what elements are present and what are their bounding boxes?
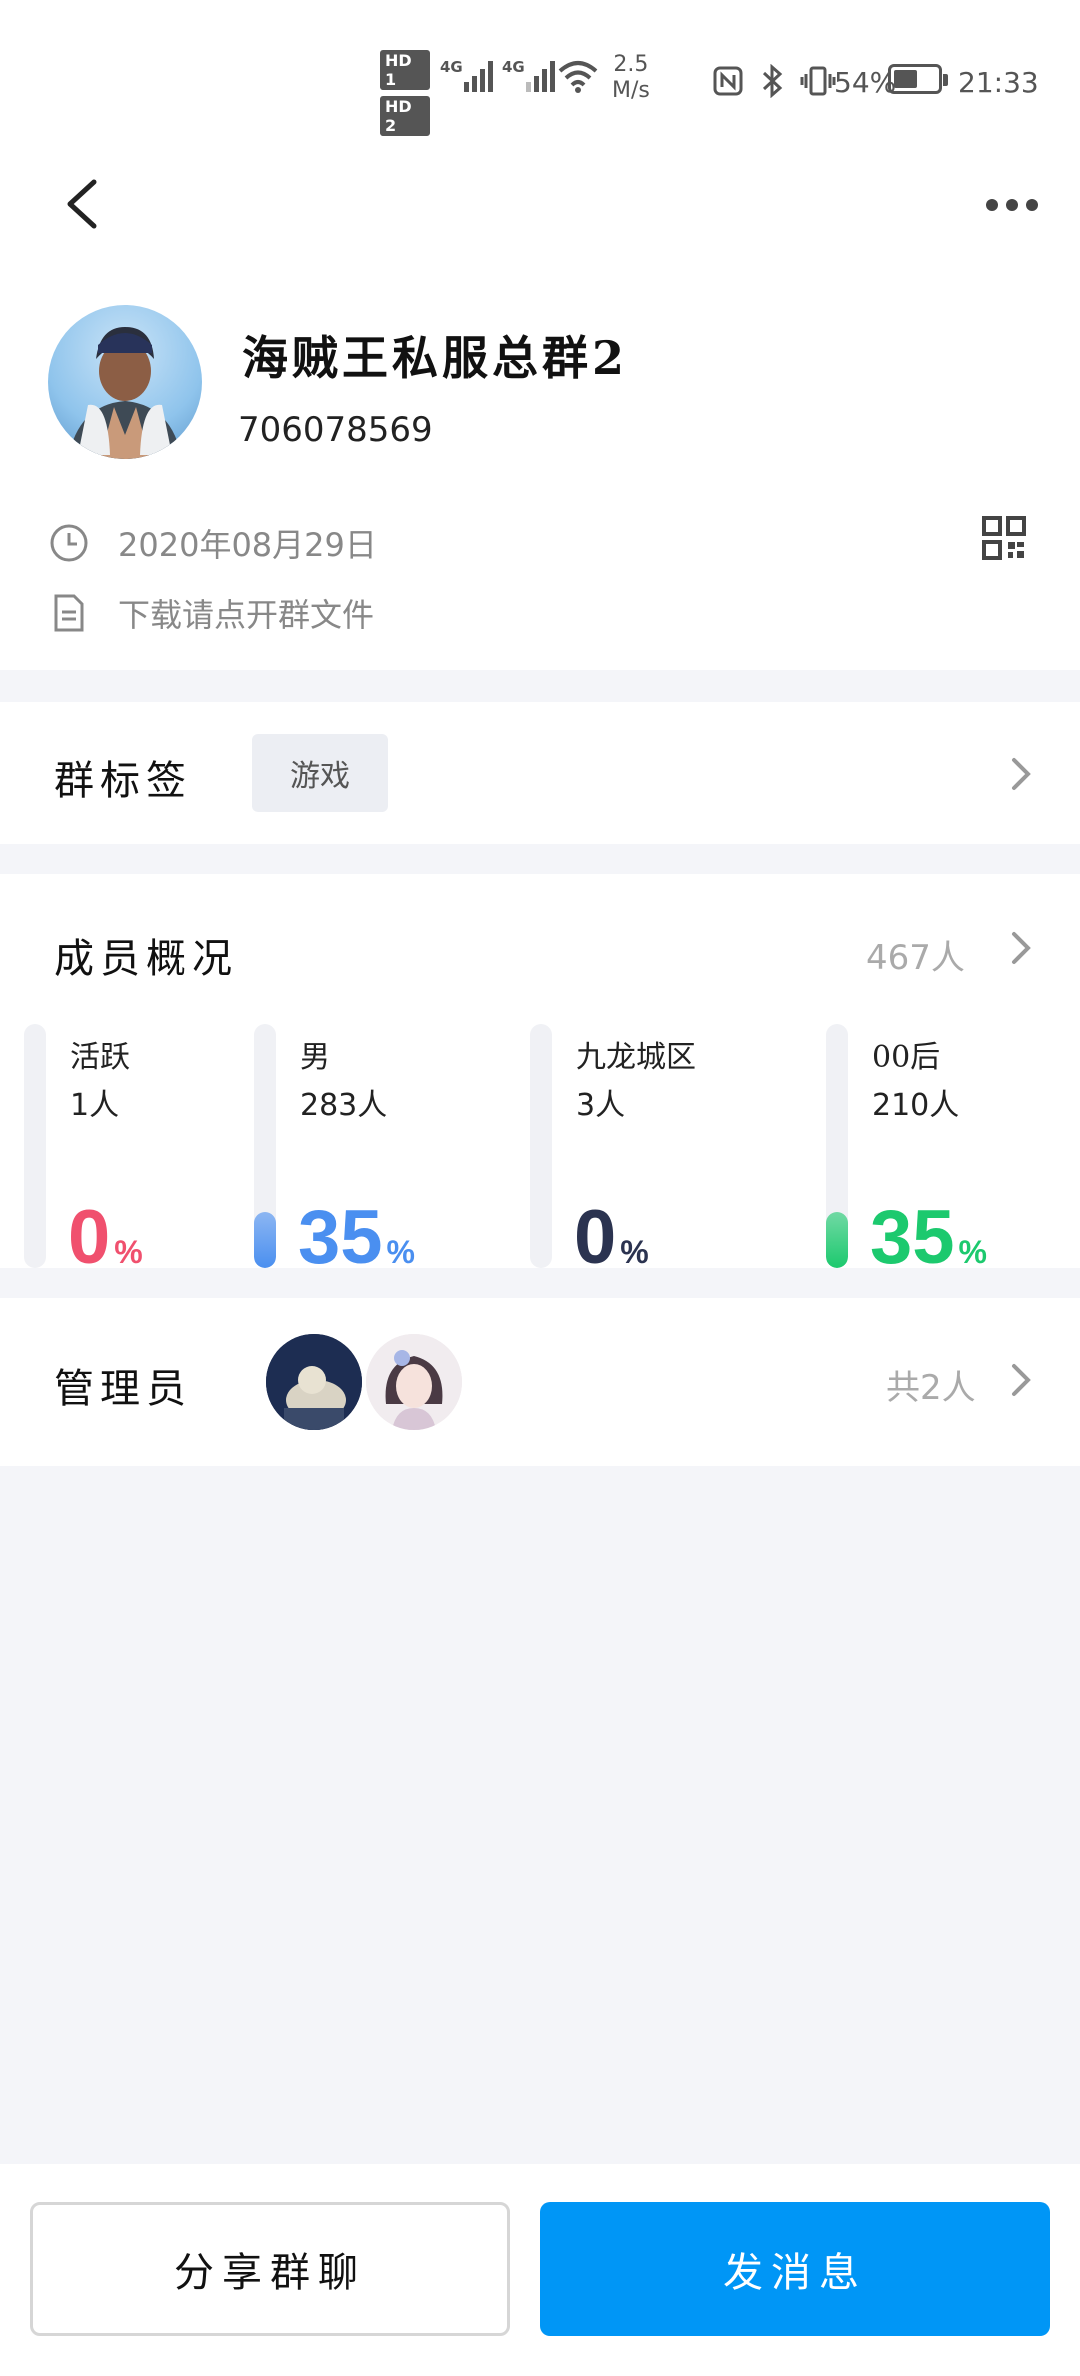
admin-avatar-image (266, 1334, 362, 1430)
document-icon (54, 594, 84, 632)
stat-label: 九龙城区 (576, 1040, 696, 1075)
top-nav (0, 150, 1080, 270)
clock-icon (50, 524, 88, 562)
battery-percent: 54% (834, 66, 897, 99)
avatar-character-image (68, 327, 182, 459)
chevron-right-icon (1012, 932, 1031, 964)
network-type-2: 4G (502, 58, 525, 76)
member-total: 467人 (866, 938, 965, 978)
stat-active: 活跃 1人 0% (24, 1024, 244, 1280)
stat-percent-unit: % (114, 1234, 143, 1270)
stat-percent-value: 0 (68, 1195, 111, 1280)
hd2-badge: HD 2 (380, 96, 430, 136)
qr-code-button[interactable] (982, 516, 1026, 560)
share-group-button[interactable]: 分享群聊 (30, 2202, 510, 2336)
group-profile-page: HD 1 HD 2 4G 4G 2.5 M/s 54% 21:33 海贼王私服总… (0, 0, 1080, 2376)
group-tags-row[interactable]: 群标签 游戏 (0, 702, 1080, 844)
net-speed-value: 2.5 (613, 52, 649, 77)
stat-percent: 0% (574, 1194, 649, 1281)
stat-count: 283人 (300, 1088, 388, 1123)
net-speed: 2.5 M/s (612, 52, 650, 104)
stat-percent-unit: % (620, 1234, 649, 1270)
admins-title: 管理员 (54, 1366, 192, 1412)
stat-age: 00后 210人 35% (826, 1024, 1066, 1280)
stat-percent: 0% (68, 1194, 143, 1281)
stat-percent-value: 35 (298, 1195, 383, 1280)
network-type-1: 4G (440, 58, 463, 76)
qr-code-icon (982, 516, 1026, 560)
status-bar: HD 1 HD 2 4G 4G 2.5 M/s 54% 21:33 (0, 0, 1080, 150)
nfc-icon (713, 66, 743, 96)
vibrate-icon (800, 66, 836, 96)
stat-count: 3人 (576, 1088, 626, 1123)
stat-label: 00后 (872, 1040, 941, 1075)
stat-count: 210人 (872, 1088, 960, 1123)
admin-total: 共2人 (886, 1368, 976, 1408)
stat-percent-value: 0 (574, 1195, 617, 1280)
admin-avatar[interactable] (366, 1334, 462, 1430)
group-notice: 下载请点开群文件 (118, 596, 375, 634)
system-icons (712, 60, 836, 99)
admin-avatar[interactable] (266, 1334, 362, 1430)
more-button[interactable] (986, 190, 1046, 220)
more-dot-icon (1026, 199, 1038, 211)
stat-male: 男 283人 35% (254, 1024, 514, 1280)
send-message-button[interactable]: 发消息 (540, 2202, 1050, 2336)
chevron-right-icon (1012, 1364, 1031, 1396)
bluetooth-icon (763, 63, 783, 99)
members-title: 成员概况 (54, 936, 238, 982)
group-avatar[interactable] (48, 305, 202, 459)
group-tag-chip: 游戏 (252, 734, 388, 812)
admin-avatar-image (366, 1334, 462, 1430)
created-date: 2020年08月29日 (118, 526, 377, 564)
chevron-right-icon (1012, 758, 1031, 790)
stat-percent-value: 35 (870, 1195, 955, 1280)
hd1-badge: HD 1 (380, 50, 430, 90)
created-date-row: 2020年08月29日 (48, 520, 377, 566)
stat-region: 九龙城区 3人 0% (530, 1024, 790, 1280)
stat-bar (254, 1024, 276, 1268)
net-speed-unit: M/s (612, 78, 650, 103)
stat-bar (530, 1024, 552, 1268)
back-button[interactable] (56, 174, 116, 234)
stat-count: 1人 (70, 1088, 120, 1123)
stat-bar (826, 1024, 848, 1268)
stat-percent-unit: % (958, 1234, 987, 1270)
more-dot-icon (1006, 199, 1018, 211)
group-id: 706078569 (238, 410, 433, 450)
bottom-action-bar: 分享群聊 发消息 (0, 2164, 1080, 2376)
stat-percent: 35% (870, 1194, 987, 1281)
stat-percent: 35% (298, 1194, 415, 1281)
hd-badges: HD 1 HD 2 (380, 50, 436, 142)
more-dot-icon (986, 199, 998, 211)
tags-title: 群标签 (54, 758, 192, 804)
battery-icon (888, 64, 948, 94)
group-name: 海贼王私服总群2 (242, 331, 629, 385)
back-arrow-icon (67, 179, 97, 229)
clock: 21:33 (958, 66, 1039, 99)
stat-label: 活跃 (70, 1040, 130, 1075)
group-info-card: 海贼王私服总群2 706078569 2020年08月29日 下载请点开群文件 (0, 270, 1080, 670)
notice-row[interactable]: 下载请点开群文件 (48, 590, 374, 636)
stat-bar (24, 1024, 46, 1268)
stat-label: 男 (300, 1040, 330, 1075)
wifi-icon (558, 58, 598, 102)
admins-row[interactable]: 管理员 共2人 (0, 1298, 1080, 1466)
stat-percent-unit: % (386, 1234, 415, 1270)
